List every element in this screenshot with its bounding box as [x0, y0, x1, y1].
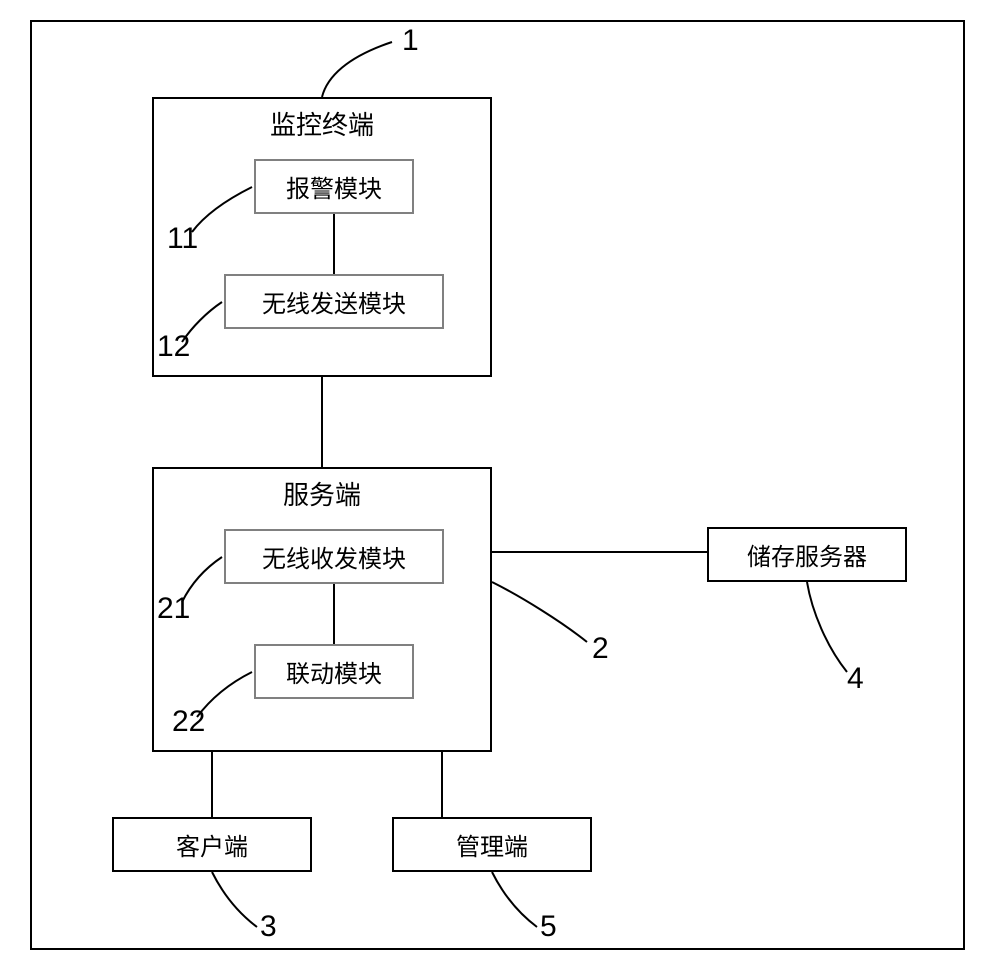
label-22: 22 [172, 705, 205, 739]
monitor-terminal-box: 监控终端 报警模块 无线发送模块 [152, 97, 492, 377]
alarm-module-box: 报警模块 [254, 159, 414, 214]
linkage-module-box: 联动模块 [254, 644, 414, 699]
storage-server-box: 储存服务器 [707, 527, 907, 582]
wireless-trx-module-text: 无线收发模块 [262, 539, 406, 574]
label-11: 11 [167, 222, 198, 256]
connector-trx-to-linkage [333, 584, 335, 644]
client-text: 客户端 [176, 827, 248, 862]
server-title: 服务端 [154, 475, 490, 512]
label-21: 21 [157, 592, 190, 626]
storage-server-text: 储存服务器 [747, 537, 867, 572]
label-4: 4 [847, 662, 864, 696]
wireless-trx-module-box: 无线收发模块 [224, 529, 444, 584]
linkage-module-text: 联动模块 [286, 654, 382, 689]
connector-alarm-to-send [333, 214, 335, 274]
label-1: 1 [402, 24, 419, 58]
outer-frame: 监控终端 报警模块 无线发送模块 1 11 12 服务端 无线收发模块 联动模 [30, 20, 965, 950]
connector-server-to-storage [492, 551, 707, 553]
wireless-send-module-box: 无线发送模块 [224, 274, 444, 329]
label-3: 3 [260, 910, 277, 944]
wireless-send-module-text: 无线发送模块 [262, 284, 406, 319]
management-box: 管理端 [392, 817, 592, 872]
label-5: 5 [540, 910, 557, 944]
alarm-module-text: 报警模块 [286, 169, 382, 204]
monitor-terminal-title: 监控终端 [154, 105, 490, 142]
connector-server-to-management [441, 752, 443, 817]
label-12: 12 [157, 330, 190, 364]
client-box: 客户端 [112, 817, 312, 872]
management-text: 管理端 [456, 827, 528, 862]
connector-monitor-to-server [321, 377, 323, 467]
label-2: 2 [592, 632, 609, 666]
connector-server-to-client [211, 752, 213, 817]
